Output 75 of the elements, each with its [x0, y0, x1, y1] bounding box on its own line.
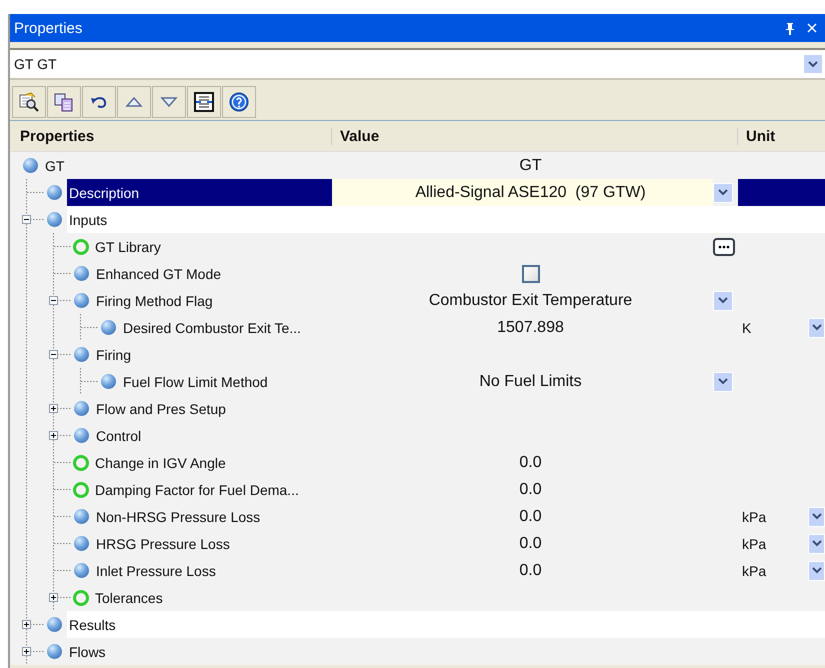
- property-value: 1507.898: [497, 318, 564, 336]
- property-name[interactable]: Results: [67, 611, 332, 638]
- property-name[interactable]: GT Library: [93, 233, 332, 260]
- move-down-icon[interactable]: [152, 86, 186, 118]
- property-name[interactable]: GT: [43, 152, 332, 179]
- property-name[interactable]: Control: [94, 422, 332, 449]
- close-icon[interactable]: [807, 23, 817, 33]
- ellipsis-icon: [718, 244, 730, 248]
- object-selector[interactable]: GT GT: [10, 50, 825, 80]
- property-name[interactable]: Firing: [94, 341, 332, 368]
- property-name[interactable]: Damping Factor for Fuel Dema...: [93, 476, 332, 503]
- expand-toggle[interactable]: [49, 350, 58, 359]
- expand-toggle[interactable]: [49, 404, 58, 413]
- property-value: 0.0: [519, 480, 542, 498]
- dropdown-button[interactable]: [808, 506, 825, 526]
- expand-toggle[interactable]: [49, 593, 58, 602]
- property-name[interactable]: Fuel Flow Limit Method: [121, 368, 332, 395]
- property-name[interactable]: Tolerances: [93, 584, 332, 611]
- property-name[interactable]: Desired Combustor Exit Te...: [121, 314, 332, 341]
- chevron-down-icon: [718, 378, 728, 385]
- chevron-down-icon: [808, 60, 818, 68]
- property-value: Allied-Signal ASE120 (97 GTW): [415, 184, 646, 202]
- unit-value: kPa: [742, 536, 766, 552]
- chevron-down-icon: [812, 540, 822, 547]
- chevron-down-icon: [812, 567, 822, 574]
- expand-toggle[interactable]: [22, 620, 31, 629]
- property-value: 0.0: [519, 562, 542, 580]
- value-editor[interactable]: Allied-Signal ASE120 (97 GTW): [332, 179, 713, 206]
- column-header: Value: [332, 128, 738, 144]
- property-name[interactable]: Non-HRSG Pressure Loss: [94, 503, 332, 530]
- property-name[interactable]: HRSG Pressure Loss: [94, 530, 332, 557]
- copy-text-icon[interactable]: [47, 86, 81, 118]
- chevron-down-icon: [718, 297, 728, 304]
- help-icon[interactable]: [222, 86, 256, 118]
- property-name[interactable]: Description: [67, 179, 332, 206]
- chevron-down-icon: [718, 189, 728, 196]
- dropdown-button[interactable]: [808, 560, 825, 580]
- find-icon[interactable]: [12, 86, 46, 118]
- unit-value: K: [742, 320, 752, 336]
- dropdown-button[interactable]: [803, 54, 823, 74]
- property-name[interactable]: Flows: [67, 638, 332, 665]
- expand-toggle[interactable]: [22, 647, 31, 656]
- checkbox[interactable]: [522, 264, 540, 282]
- dropdown-button[interactable]: [808, 318, 825, 338]
- dropdown-button[interactable]: [713, 372, 733, 392]
- property-name[interactable]: Firing Method Flag: [94, 287, 332, 314]
- dropdown-button[interactable]: [713, 290, 733, 310]
- property-name[interactable]: Inlet Pressure Loss: [94, 557, 332, 584]
- column-header: Properties: [10, 128, 332, 144]
- property-name[interactable]: Flow and Pres Setup: [94, 395, 332, 422]
- unit-value: kPa: [742, 562, 766, 578]
- property-value: Combustor Exit Temperature: [428, 292, 632, 310]
- property-value: No Fuel Limits: [479, 372, 582, 390]
- expand-toggle[interactable]: [22, 215, 31, 224]
- expand-toggle[interactable]: [49, 431, 58, 440]
- dropdown-button[interactable]: [808, 534, 825, 554]
- move-up-icon[interactable]: [117, 86, 151, 118]
- fit-columns-icon[interactable]: [187, 86, 221, 118]
- property-name[interactable]: Enhanced GT Mode: [94, 260, 332, 287]
- property-name[interactable]: Change in IGV Angle: [93, 449, 332, 476]
- unit-value: kPa: [742, 508, 766, 524]
- property-value: 0.0: [519, 454, 542, 472]
- browse-button[interactable]: [713, 238, 735, 256]
- panel-title: Properties: [14, 20, 84, 36]
- expand-toggle[interactable]: [49, 296, 58, 305]
- undo-icon[interactable]: [82, 86, 116, 118]
- chevron-down-icon: [812, 513, 822, 520]
- property-value: GT: [519, 156, 542, 174]
- pin-icon[interactable]: [785, 22, 795, 34]
- chevron-down-icon: [812, 324, 822, 331]
- property-name[interactable]: Inputs: [67, 206, 332, 233]
- property-value: 0.0: [519, 534, 542, 552]
- dropdown-button[interactable]: [713, 182, 733, 202]
- column-header: Unit: [745, 128, 776, 144]
- property-value: 0.0: [519, 508, 542, 526]
